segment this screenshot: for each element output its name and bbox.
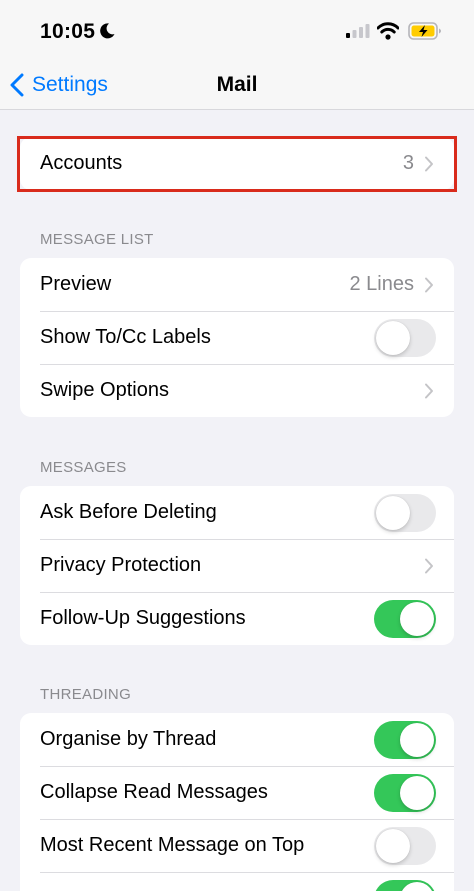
status-bar: 10:05 (0, 0, 474, 60)
page-title: Mail (216, 73, 258, 96)
most-recent-message-on-top-row: Most Recent Message on Top (20, 819, 454, 872)
organise-by-thread-label: Organise by Thread (40, 728, 217, 750)
show-to-cc-labels-toggle[interactable] (374, 318, 436, 357)
moon-icon (100, 23, 115, 39)
toggle-knob (400, 722, 434, 757)
accounts-group: Accounts 3 (20, 137, 454, 190)
show-to-cc-labels-row: Show To/Cc Labels (20, 311, 454, 364)
chevron-right-icon (425, 558, 433, 573)
navigation-bar: Settings Mail (0, 60, 474, 110)
collapse-read-messages-label: Collapse Read Messages (40, 781, 268, 803)
organise-by-thread-toggle[interactable] (374, 720, 436, 759)
section-header-messages: MESSAGES (40, 459, 127, 476)
preview-label: Preview (40, 273, 112, 295)
toggle-knob (400, 601, 434, 636)
preview-value: 2 Lines (349, 273, 415, 295)
toggle-knob (400, 881, 434, 891)
threading-row-partial-toggle[interactable] (374, 879, 436, 891)
ask-before-deleting-label: Ask Before Deleting (40, 501, 217, 523)
follow-up-suggestions-label: Follow-Up Suggestions (40, 607, 246, 629)
collapse-read-messages-row: Collapse Read Messages (20, 766, 454, 819)
organise-by-thread-row: Organise by Thread (20, 713, 454, 766)
ask-before-deleting-row: Ask Before Deleting (20, 486, 454, 539)
toggle-knob (376, 495, 410, 530)
accounts-count: 3 (402, 152, 414, 174)
accounts-label: Accounts (40, 152, 123, 174)
chevron-right-icon (425, 277, 433, 292)
collapse-read-messages-toggle[interactable] (374, 773, 436, 812)
privacy-protection-row[interactable]: Privacy Protection (20, 539, 454, 592)
cellular-signal-icon (346, 24, 370, 38)
status-time: 10:05 (40, 20, 96, 43)
accounts-row[interactable]: Accounts 3 (20, 137, 454, 190)
toggle-knob (400, 775, 434, 810)
toggle-knob (376, 828, 410, 863)
ask-before-deleting-toggle[interactable] (374, 493, 436, 532)
show-to-cc-labels-label: Show To/Cc Labels (40, 326, 211, 348)
threading-group: Organise by Thread Collapse Read Message… (20, 713, 454, 891)
chevron-right-icon (425, 156, 433, 171)
section-header-message-list: MESSAGE LIST (40, 231, 154, 248)
battery-charging-icon (408, 22, 441, 40)
most-recent-message-on-top-label: Most Recent Message on Top (40, 834, 305, 856)
follow-up-suggestions-row: Follow-Up Suggestions (20, 592, 454, 645)
privacy-protection-label: Privacy Protection (40, 554, 202, 576)
swipe-options-row[interactable]: Swipe Options (20, 364, 454, 417)
wifi-icon (377, 22, 399, 40)
messages-group: Ask Before Deleting Privacy Protection F… (20, 486, 454, 645)
swipe-options-label: Swipe Options (40, 379, 169, 401)
most-recent-message-on-top-toggle[interactable] (374, 826, 436, 865)
toggle-knob (376, 320, 410, 355)
section-header-threading: THREADING (40, 686, 132, 703)
chevron-right-icon (425, 383, 433, 398)
preview-row[interactable]: Preview 2 Lines (20, 258, 454, 311)
follow-up-suggestions-toggle[interactable] (374, 599, 436, 638)
message-list-group: Preview 2 Lines Show To/Cc Labels Swipe … (20, 258, 454, 417)
threading-row-partial (20, 872, 454, 891)
